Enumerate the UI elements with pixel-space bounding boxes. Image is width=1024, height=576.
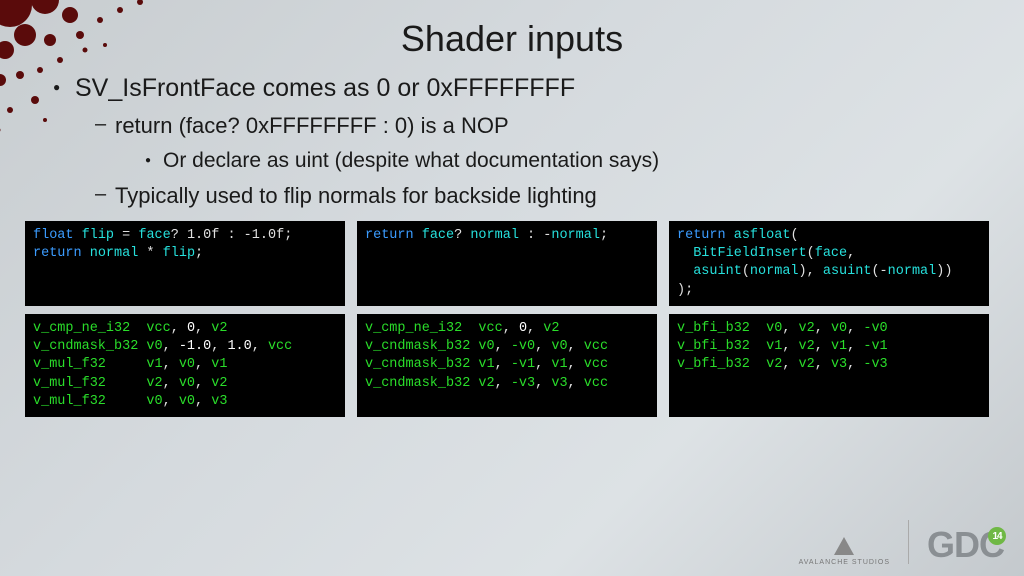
gdc-year-badge: 14 [988, 527, 1006, 545]
bullet-level3: Or declare as uint (despite what documen… [55, 145, 974, 179]
code-grid: float flip = face? 1.0f : -1.0f; return … [25, 221, 974, 417]
bullet-level2: return (face? 0xFFFFFFFF : 0) is a NOP [55, 109, 974, 145]
avalanche-logo: AVALANCHE STUDIOS [799, 535, 890, 566]
footer-logos: AVALANCHE STUDIOS GDC 14 [799, 520, 1004, 566]
bullet-level1: SV_IsFrontFace comes as 0 or 0xFFFFFFFF [55, 70, 974, 109]
hlsl-snippet-2: return face? normal : -normal; [357, 221, 657, 306]
asm-snippet-2: v_cmp_ne_i32 vcc, 0, v2 v_cndmask_b32 v0… [357, 314, 657, 417]
slide-title: Shader inputs [0, 0, 1024, 70]
hlsl-snippet-3: return asfloat( BitFieldInsert(face, asu… [669, 221, 989, 306]
logo-divider [908, 520, 909, 564]
hlsl-snippet-1: float flip = face? 1.0f : -1.0f; return … [25, 221, 345, 306]
slide-body: SV_IsFrontFace comes as 0 or 0xFFFFFFFF … [0, 70, 1024, 417]
gdc-logo: GDC 14 [927, 524, 1004, 566]
asm-snippet-1: v_cmp_ne_i32 vcc, 0, v2 v_cndmask_b32 v0… [25, 314, 345, 417]
bullet-level2: Typically used to flip normals for backs… [55, 179, 974, 215]
asm-snippet-3: v_bfi_b32 v0, v2, v0, -v0 v_bfi_b32 v1, … [669, 314, 989, 417]
